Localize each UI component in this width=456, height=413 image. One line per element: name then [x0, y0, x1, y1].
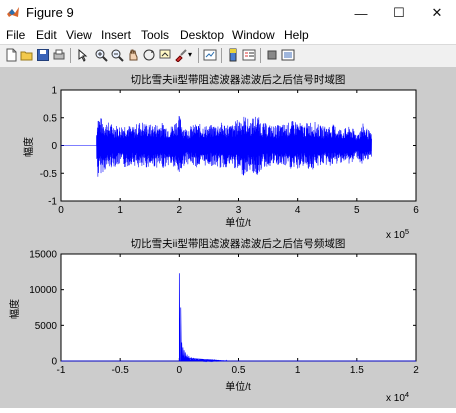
x-tick-label: 4 [295, 205, 301, 216]
save-icon[interactable] [36, 48, 50, 62]
y-tick-label: 10000 [29, 285, 57, 296]
time-x-label: 单位/t [225, 216, 251, 229]
menu-bar: File Edit View Insert Tools Desktop Wind… [0, 26, 456, 44]
figure-toolbar: ▾ [0, 44, 456, 68]
menu-desktop[interactable]: Desktop [180, 28, 224, 42]
menu-view[interactable]: View [66, 28, 92, 42]
x-tick-label: 2 [177, 205, 183, 216]
figure-window: Figure 9 — ☐ ✕ File Edit View Insert Too… [0, 0, 456, 408]
matlab-logo-icon [7, 7, 19, 17]
close-button[interactable]: ✕ [418, 0, 456, 26]
new-figure-icon[interactable] [4, 48, 18, 62]
print-icon[interactable] [52, 48, 66, 62]
minimize-button[interactable]: — [342, 0, 380, 26]
y-tick-label: 15000 [29, 250, 57, 261]
time-chart-title: 切比雪夫ii型带阻滤波器滤波后之后信号时域图 [131, 73, 346, 86]
title-bar: Figure 9 — ☐ ✕ [0, 0, 456, 26]
x-tick-label: 5 [354, 205, 360, 216]
y-tick-label: 1 [51, 86, 57, 97]
toolbar-separator [221, 48, 222, 63]
plots-area: 切比雪夫ii型带阻滤波器滤波后之后信号时域图 幅度 单位/t x 105 0 1 2… [8, 73, 419, 404]
y-tick-label: 0 [51, 141, 57, 152]
maximize-button[interactable]: ☐ [380, 0, 418, 26]
y-tick-label: -1 [48, 197, 57, 208]
y-tick-label: -0.5 [40, 169, 58, 180]
window-title: Figure 9 [26, 5, 74, 20]
insert-legend-icon[interactable] [242, 48, 256, 62]
x-tick-label: 1 [295, 365, 301, 376]
time-y-label: 幅度 [22, 137, 35, 157]
zoom-out-icon[interactable] [110, 48, 124, 62]
rotate-3d-icon[interactable] [142, 48, 156, 62]
freq-x-exponent: x 104 [386, 390, 409, 404]
pan-icon[interactable] [126, 48, 140, 62]
insert-colorbar-icon[interactable] [226, 48, 240, 62]
zoom-in-icon[interactable] [94, 48, 108, 62]
x-tick-label: 0 [58, 205, 64, 216]
menu-insert[interactable]: Insert [101, 28, 131, 42]
x-tick-label: 1 [117, 205, 123, 216]
chevron-down-icon[interactable]: ▾ [188, 50, 202, 64]
figure-canvas: 切比雪夫ii型带阻滤波器滤波后之后信号时域图 幅度 单位/t x 105 0 1 2… [0, 67, 456, 408]
show-plot-tools-icon[interactable] [281, 48, 295, 62]
time-x-exponent: x 105 [386, 227, 409, 241]
y-tick-label: 5000 [35, 321, 58, 332]
x-tick-label: 3 [236, 205, 242, 216]
menu-window[interactable]: Window [232, 28, 275, 42]
freq-chart-title: 切比雪夫ii型带阻滤波器滤波后之后信号频域图 [131, 237, 346, 250]
open-file-icon[interactable] [20, 48, 34, 62]
toolbar-separator [198, 48, 199, 63]
link-plot-icon[interactable] [203, 48, 217, 62]
x-tick-label: 6 [413, 205, 419, 216]
menu-file[interactable]: File [6, 28, 25, 42]
freq-y-label: 幅度 [8, 299, 21, 319]
x-tick-label: -0.5 [112, 365, 130, 376]
brush-icon[interactable] [174, 48, 188, 62]
data-cursor-icon[interactable] [158, 48, 172, 62]
toolbar-separator [260, 48, 261, 63]
menu-edit[interactable]: Edit [36, 28, 57, 42]
x-tick-label: 2 [413, 365, 419, 376]
x-tick-label: 1.5 [350, 365, 364, 376]
menu-tools[interactable]: Tools [141, 28, 169, 42]
y-tick-label: 0 [51, 357, 57, 368]
y-tick-label: 0.5 [43, 113, 57, 124]
edit-plot-icon[interactable] [76, 48, 90, 62]
freq-axes-box[interactable] [60, 253, 417, 362]
toolbar-separator [70, 48, 71, 63]
freq-x-label: 单位/t [225, 380, 251, 393]
x-tick-label: -1 [57, 365, 66, 376]
hide-plot-tools-icon[interactable] [265, 48, 279, 62]
x-tick-label: 0.5 [232, 365, 246, 376]
x-tick-label: 0 [177, 365, 183, 376]
menu-help[interactable]: Help [284, 28, 309, 42]
